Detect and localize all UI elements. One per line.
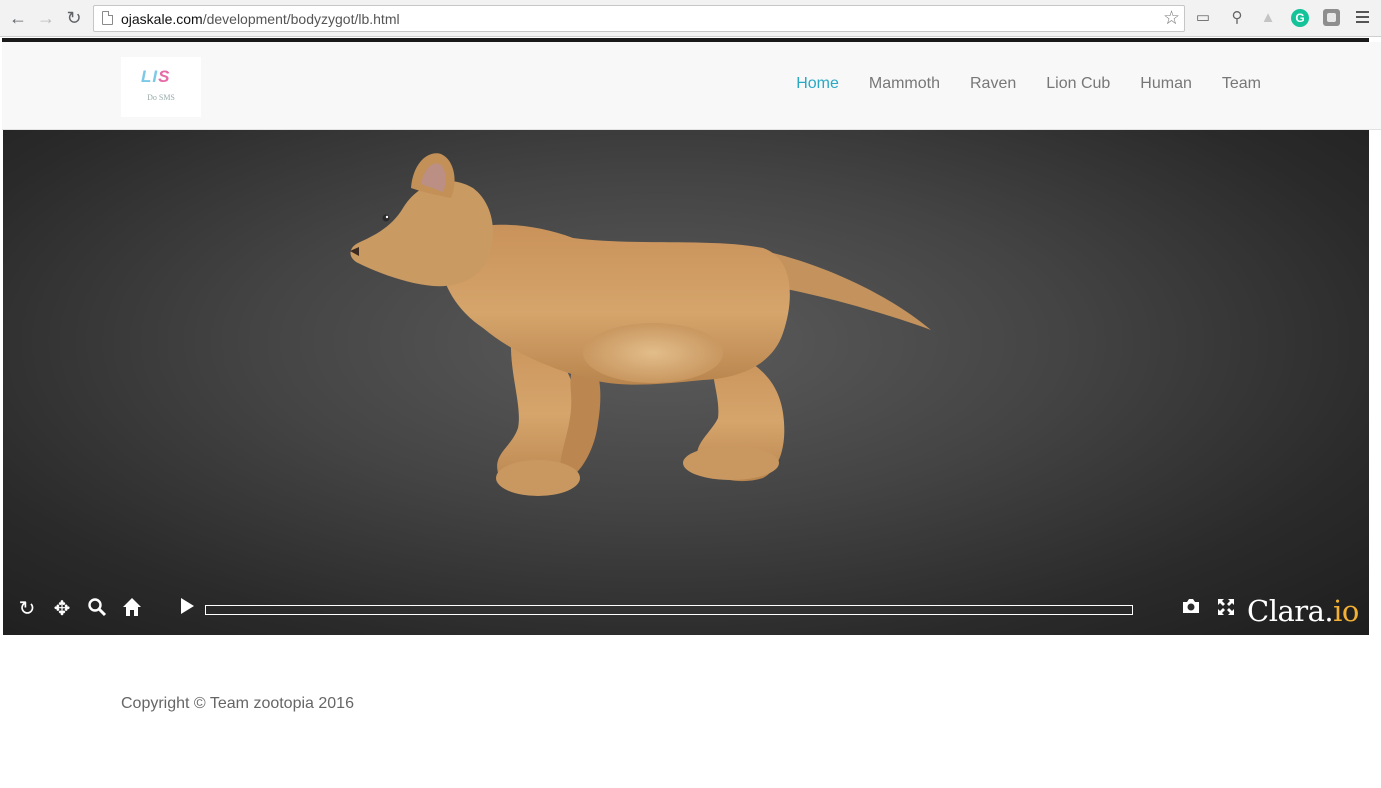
- play-icon[interactable]: [175, 597, 199, 621]
- zoom-icon[interactable]: [85, 597, 109, 621]
- viewer-controls: ↻ ✥ Clara.io: [3, 587, 1369, 635]
- extension-icon[interactable]: [1323, 9, 1340, 26]
- bookmark-star-icon[interactable]: ☆: [1163, 7, 1180, 30]
- camera-icon[interactable]: [1179, 597, 1203, 621]
- nav-team[interactable]: Team: [1222, 75, 1261, 93]
- forward-arrow-icon[interactable]: →: [36, 8, 56, 28]
- reload-icon[interactable]: ↻: [64, 8, 84, 28]
- lion-cub-model[interactable]: [333, 148, 953, 508]
- back-arrow-icon[interactable]: ←: [8, 8, 28, 28]
- page: LIS Do SMS Home Mammoth Raven Lion Cub H…: [2, 38, 1381, 788]
- browser-menu-icon[interactable]: [1356, 11, 1369, 26]
- 3d-viewer[interactable]: ↻ ✥ Clara.io: [3, 130, 1369, 635]
- site-header: LIS Do SMS Home Mammoth Raven Lion Cub H…: [2, 42, 1381, 130]
- page-icon: [102, 11, 113, 25]
- screenshot-search-icon[interactable]: ⚲: [1228, 9, 1246, 27]
- clara-io-logo[interactable]: Clara.io: [1247, 594, 1359, 628]
- nav-lion-cub[interactable]: Lion Cub: [1046, 75, 1110, 93]
- grammarly-icon[interactable]: G: [1291, 9, 1309, 27]
- address-bar[interactable]: ojaskale.com/development/bodyzygot/lb.ht…: [93, 5, 1185, 32]
- logo-subtitle: Do SMS: [147, 93, 175, 102]
- cast-icon[interactable]: ▭: [1194, 9, 1212, 27]
- copyright-text: Copyright © Team zootopia 2016: [121, 695, 354, 712]
- logo-mark: LIS: [141, 67, 171, 86]
- url-text: ojaskale.com/development/bodyzygot/lb.ht…: [121, 11, 400, 27]
- nav-mammoth[interactable]: Mammoth: [869, 75, 940, 93]
- pan-icon[interactable]: ✥: [50, 597, 74, 621]
- rotate-icon[interactable]: ↻: [15, 597, 39, 621]
- nav-home[interactable]: Home: [796, 75, 839, 93]
- browser-toolbar: ← → ↻ ojaskale.com/development/bodyzygot…: [0, 0, 1381, 37]
- main-nav: Home Mammoth Raven Lion Cub Human Team: [796, 75, 1261, 93]
- site-logo[interactable]: LIS Do SMS: [121, 57, 201, 117]
- nav-human[interactable]: Human: [1140, 75, 1192, 93]
- home-icon[interactable]: [120, 597, 144, 621]
- drive-icon[interactable]: ▲: [1259, 9, 1277, 27]
- fullscreen-icon[interactable]: [1214, 597, 1238, 621]
- timeline-scrubber[interactable]: [205, 605, 1133, 615]
- nav-raven[interactable]: Raven: [970, 75, 1016, 93]
